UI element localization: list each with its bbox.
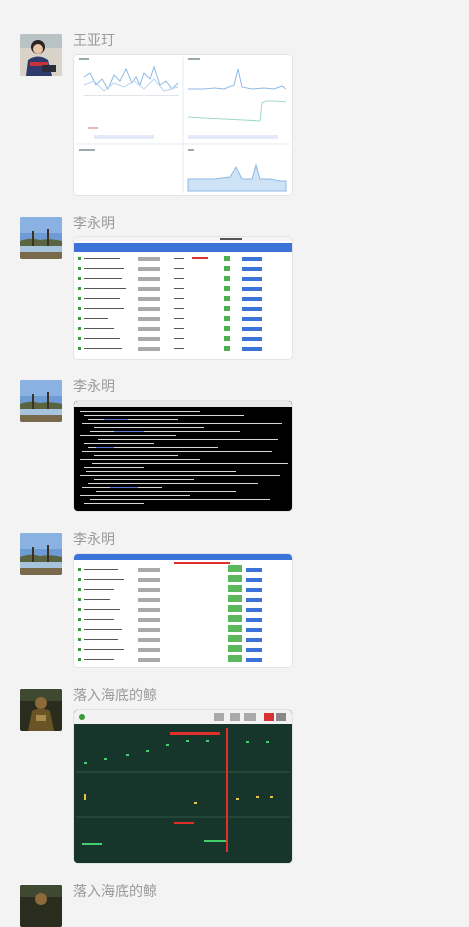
image-message[interactable] [74, 710, 292, 863]
image-message[interactable] [74, 237, 292, 359]
sender-name: 李永明 [73, 532, 115, 548]
sender-name: 落入海底的鲸 [73, 688, 157, 704]
sender-avatar[interactable] [20, 885, 62, 927]
table-screenshot-image [74, 237, 292, 359]
dashboard-charts-image [74, 55, 292, 195]
image-message[interactable] [74, 554, 292, 667]
image-message[interactable] [74, 55, 292, 195]
sender-avatar[interactable] [20, 689, 62, 731]
sender-name: 李永明 [73, 216, 115, 232]
sender-name: 落入海底的鲸 [73, 884, 157, 900]
sender-avatar[interactable] [20, 533, 62, 575]
table-screenshot-image [74, 554, 292, 667]
image-message[interactable] [74, 401, 292, 511]
sender-name: 李永明 [73, 379, 115, 395]
sender-name: 王亚玎 [73, 33, 115, 49]
sender-avatar[interactable] [20, 380, 62, 422]
sender-avatar[interactable] [20, 34, 62, 76]
terminal-screenshot-image [74, 401, 292, 511]
monitor-screenshot-image [74, 710, 292, 863]
sender-avatar[interactable] [20, 217, 62, 259]
